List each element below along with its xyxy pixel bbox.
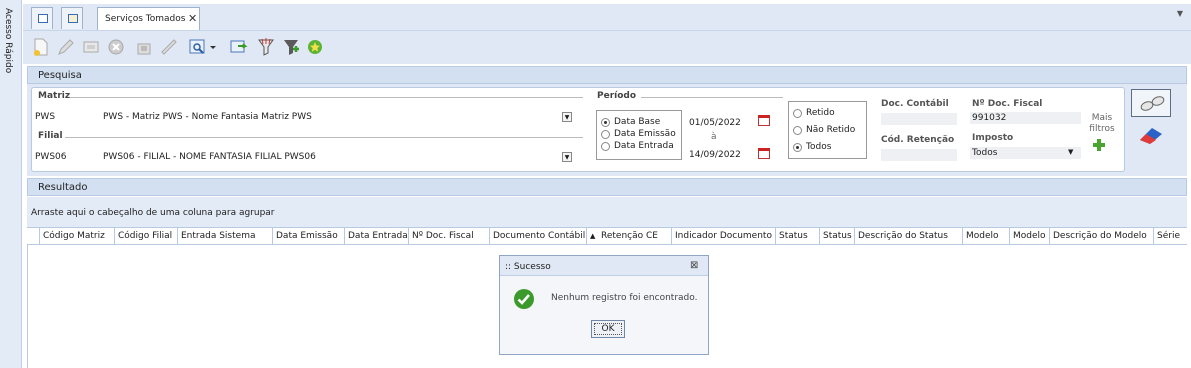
eraser-icon[interactable] bbox=[1136, 124, 1168, 146]
resultado-header: Resultado bbox=[27, 178, 1187, 196]
column-header[interactable]: Nº Doc. Fiscal bbox=[409, 228, 490, 246]
column-header[interactable]: Código Matriz bbox=[40, 228, 115, 246]
delete-icon[interactable] bbox=[106, 37, 126, 57]
clipboard-icon bbox=[68, 14, 78, 23]
tab-report[interactable] bbox=[61, 7, 83, 29]
close-icon[interactable]: ⊠ bbox=[690, 260, 698, 271]
column-header[interactable]: Indicador Documento bbox=[672, 228, 776, 246]
chevron-down-icon[interactable]: ▼ bbox=[562, 152, 572, 162]
radio-data-base[interactable] bbox=[601, 118, 610, 127]
radio-label: Retido bbox=[806, 108, 835, 118]
cod-retencao-label: Cód. Retenção bbox=[881, 135, 955, 145]
imposto-value: Todos bbox=[972, 148, 998, 158]
new-document-icon[interactable] bbox=[31, 37, 51, 57]
column-label: Retenção CE bbox=[601, 231, 658, 241]
filter-icon[interactable] bbox=[256, 37, 276, 57]
column-header[interactable]: Data Entrada bbox=[345, 228, 409, 246]
matriz-code: PWS bbox=[35, 112, 56, 122]
tab-bar: Serviços Tomados ✕ bbox=[23, 4, 1191, 30]
pesquisa-header: Pesquisa bbox=[27, 66, 1187, 84]
column-header[interactable]: Código Filial bbox=[115, 228, 178, 246]
column-header-sorted[interactable]: ▲ Retenção CE bbox=[587, 228, 672, 246]
imposto-label: Imposto bbox=[972, 133, 1014, 143]
success-check-icon bbox=[514, 289, 534, 309]
doc-fiscal-value: 991032 bbox=[972, 113, 1007, 123]
column-header[interactable]: Data Emissão bbox=[273, 228, 345, 246]
toolbar bbox=[23, 30, 1191, 64]
ruler-icon[interactable] bbox=[159, 37, 179, 57]
column-header[interactable]: Entrada Sistema bbox=[178, 228, 273, 246]
radio-label: Data Base bbox=[614, 117, 661, 127]
grid-icon bbox=[38, 14, 48, 23]
radio-retido[interactable] bbox=[793, 109, 802, 118]
radio-label: Todos bbox=[806, 142, 832, 152]
filial-select[interactable]: PWS06 - FILIAL - NOME FANTASIA FILIAL PW… bbox=[103, 152, 316, 162]
date-separator: à bbox=[711, 132, 717, 142]
column-header[interactable]: Status bbox=[820, 228, 855, 246]
periodo-label: Período bbox=[597, 91, 637, 101]
plus-icon[interactable] bbox=[1092, 138, 1106, 152]
tab-label: Serviços Tomados bbox=[105, 14, 186, 24]
column-header[interactable]: Documento Contábil bbox=[490, 228, 587, 246]
column-header[interactable]: Descrição do Status bbox=[855, 228, 963, 246]
radio-todos[interactable] bbox=[793, 143, 802, 152]
chevron-down-icon[interactable]: ▼ bbox=[1177, 9, 1183, 18]
chevron-down-icon[interactable] bbox=[209, 37, 217, 57]
preview-icon[interactable] bbox=[188, 37, 208, 57]
doc-contabil-label: Doc. Contábil bbox=[881, 99, 949, 109]
search-button[interactable] bbox=[1131, 89, 1171, 117]
doc-contabil-input[interactable] bbox=[881, 113, 957, 125]
column-header[interactable]: Descrição do Modelo bbox=[1050, 228, 1154, 246]
radio-label: Não Retido bbox=[806, 125, 856, 135]
edit-icon[interactable] bbox=[56, 37, 76, 57]
dialog-title: :: Sucesso bbox=[505, 262, 551, 272]
ok-button[interactable]: OK bbox=[591, 320, 625, 338]
dialog-titlebar[interactable]: :: Sucesso ⊠ bbox=[500, 256, 708, 276]
cod-retencao-input[interactable] bbox=[881, 149, 957, 161]
quick-access-label[interactable]: Acesso Rápido bbox=[3, 8, 13, 73]
column-header[interactable]: Série bbox=[1154, 228, 1187, 246]
matriz-label: Matriz bbox=[38, 91, 71, 101]
date-from-input[interactable]: 01/05/2022 bbox=[689, 118, 741, 128]
filter-add-icon[interactable] bbox=[281, 37, 301, 57]
radio-nao-retido[interactable] bbox=[793, 126, 802, 135]
column-header[interactable]: Modelo bbox=[963, 228, 1010, 246]
lock-icon[interactable] bbox=[134, 37, 154, 57]
favorite-icon[interactable] bbox=[305, 37, 325, 57]
success-dialog: :: Sucesso ⊠ Nenhum registro foi encontr… bbox=[499, 255, 709, 355]
filial-code: PWS06 bbox=[35, 152, 67, 162]
group-hint: Arraste aqui o cabeçalho de uma coluna p… bbox=[31, 208, 275, 218]
radio-label: Data Emissão bbox=[614, 129, 676, 139]
export-icon[interactable] bbox=[81, 37, 101, 57]
row-indicator bbox=[27, 228, 40, 246]
column-header[interactable]: Status bbox=[776, 228, 820, 246]
tab-home[interactable] bbox=[31, 7, 53, 29]
calendar-icon[interactable] bbox=[758, 148, 770, 159]
resultado-title: Resultado bbox=[38, 182, 88, 193]
radio-data-entrada[interactable] bbox=[601, 142, 610, 151]
quick-access-sidebar[interactable]: Acesso Rápido bbox=[0, 0, 22, 368]
mais-filtros-link[interactable]: Mais filtros bbox=[1085, 113, 1119, 135]
calendar-icon[interactable] bbox=[758, 115, 770, 126]
pesquisa-form: Matriz PWS PWS - Matriz PWS - Nome Fanta… bbox=[31, 87, 1125, 172]
radio-data-emissao[interactable] bbox=[601, 130, 610, 139]
tab-servicos-tomados[interactable]: Serviços Tomados ✕ bbox=[97, 7, 200, 30]
doc-fiscal-label: Nº Doc. Fiscal bbox=[972, 99, 1043, 109]
radio-label: Data Entrada bbox=[614, 141, 674, 151]
dialog-message: Nenhum registro foi encontrado. bbox=[551, 293, 698, 303]
group-panel[interactable]: Arraste aqui o cabeçalho de uma coluna p… bbox=[27, 197, 1187, 227]
chevron-down-icon[interactable]: ▼ bbox=[562, 112, 572, 122]
grid-header: Código Matriz Código Filial Entrada Sist… bbox=[27, 227, 1187, 246]
import-icon[interactable] bbox=[229, 37, 249, 57]
matriz-select[interactable]: PWS - Matriz PWS - Nome Fantasia Matriz … bbox=[103, 112, 312, 122]
sort-asc-icon: ▲ bbox=[590, 232, 596, 240]
chevron-down-icon[interactable]: ▼ bbox=[1068, 148, 1073, 156]
date-to-input[interactable]: 14/09/2022 bbox=[689, 150, 741, 160]
column-header[interactable]: Modelo bbox=[1010, 228, 1050, 246]
binoculars-icon bbox=[1140, 96, 1165, 111]
filial-label: Filial bbox=[38, 131, 63, 141]
close-icon[interactable]: ✕ bbox=[188, 12, 197, 25]
pesquisa-title: Pesquisa bbox=[38, 70, 82, 81]
